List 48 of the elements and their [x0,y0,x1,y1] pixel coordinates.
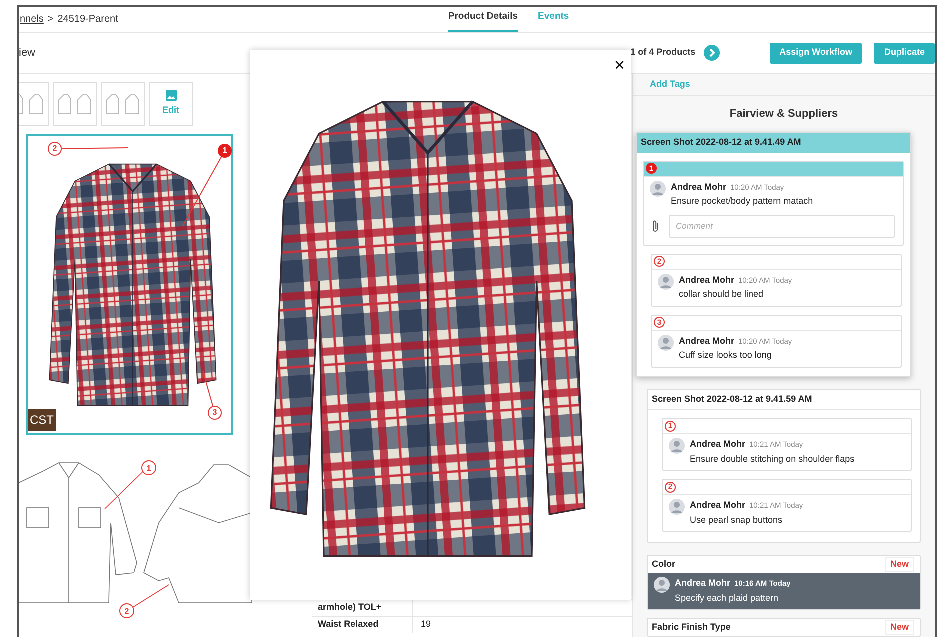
image-tag: CST [28,409,56,431]
author-name: Andrea Mohr [690,438,746,451]
new-badge: New [885,620,914,636]
thread-title: Screen Shot 2022-08-12 at 9.41.59 AM [648,390,920,410]
annotation-marker[interactable]: 2 [48,142,62,156]
panel-title: Fairview & Suppliers [730,108,838,120]
author-name: Andrea Mohr [679,274,735,286]
edit-button[interactable]: Edit [149,82,193,126]
annotation-marker[interactable]: 1 [218,144,232,158]
action-button[interactable]: Assign Workflow [770,42,862,64]
comment-text: Use pearl snap buttons [690,514,784,527]
new-badge: New [885,556,914,572]
author-name: Andrea Mohr [690,499,746,512]
image-icon [166,90,176,102]
breadcrumb-link[interactable]: nnels [20,12,44,27]
comment-text: Ensure double stitching on shoulder flaps [690,452,855,466]
breadcrumb-separator: > [48,13,54,27]
author-name: Andrea Mohr [671,180,727,194]
close-button[interactable]: × [612,56,627,74]
avatar-icon [658,274,674,290]
paperclip-icon[interactable] [652,220,659,232]
comment-text: collar should be lined [679,288,765,301]
breadcrumb-current: 24519-Parent [58,13,118,27]
annotation-marker[interactable]: 3 [208,406,222,420]
comment-text: Cuff size looks too long [679,349,773,362]
comment-text: Specify each plaid pattern [675,592,780,605]
avatar-icon [658,334,674,350]
comment-field[interactable]: Comment [669,214,895,238]
author-name: Andrea Mohr [679,334,735,348]
author-name: Andrea Mohr [675,577,731,590]
avatar-icon [669,499,685,515]
action-button[interactable]: Duplicate [874,42,935,64]
tab[interactable]: Events [538,7,570,32]
comment-text: Ensure pocket/body pattern matach [671,195,814,208]
table-cell-text: Waist Relaxed [317,618,380,632]
tab[interactable]: Product Details [448,7,518,32]
thread-title: Screen Shot 2022-08-12 at 9.41.49 AM [637,133,910,152]
note-title: Color [652,558,676,571]
add-tags-link[interactable]: Add Tags [650,78,690,92]
table-cell-text: armhole) TOL+ [317,601,383,614]
note-title: Fabric Finish Type [652,620,731,634]
section-title: iew [19,46,37,61]
avatar-icon [650,180,666,196]
sketch-thumbnail[interactable] [53,82,97,126]
pager-text: 1 of 4 Products [630,46,696,60]
avatar-icon [669,438,685,454]
sketch-thumbnail[interactable] [101,82,145,126]
avatar-icon [654,577,670,593]
